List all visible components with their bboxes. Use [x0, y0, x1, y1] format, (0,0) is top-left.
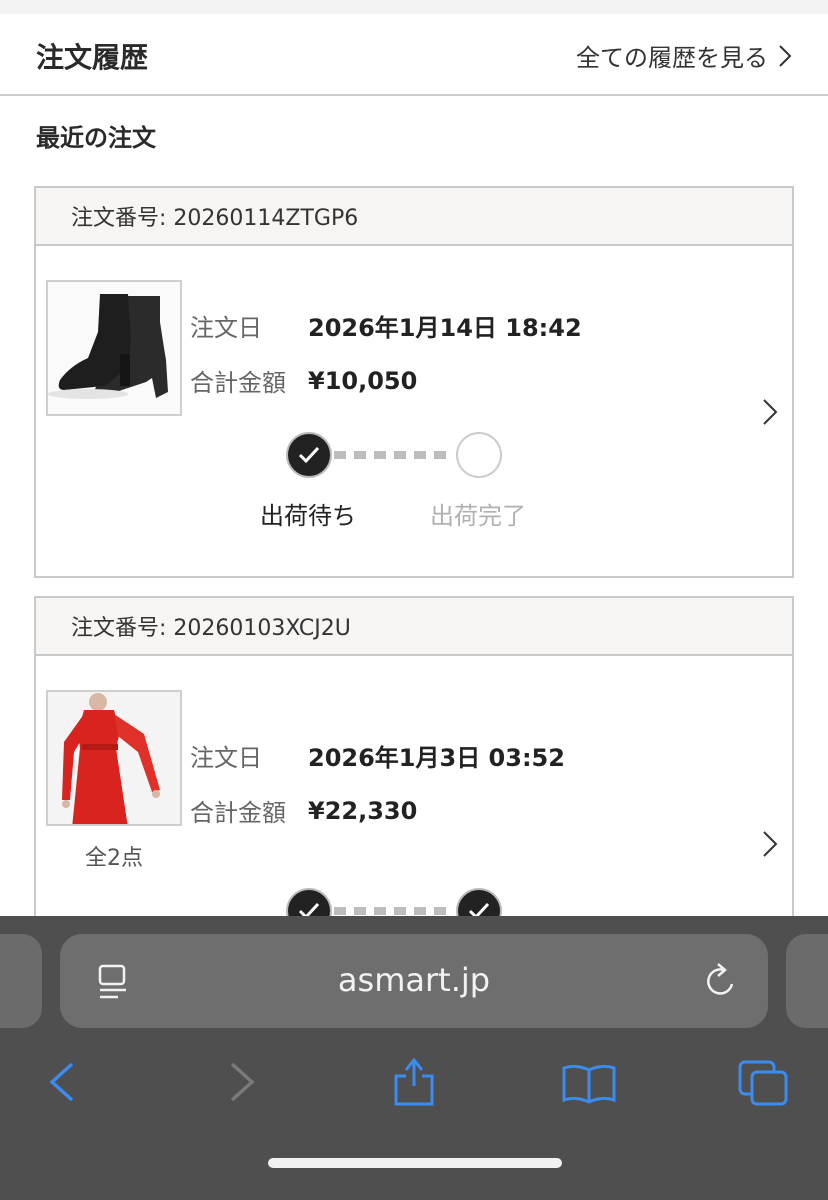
progress-dots	[334, 451, 446, 459]
bookmarks-icon[interactable]	[562, 1062, 616, 1104]
order-card[interactable]: 注文番号: 20260103XCJ2U 注文日 2026年1月3日 03:52 …	[34, 596, 794, 956]
order-card[interactable]: 注文番号: 20260114ZTGP6 注文日 2026年1月14日 18:42…	[34, 186, 794, 578]
item-count: 全2点	[85, 846, 143, 871]
order-number: 注文番号: 20260103XCJ2U	[36, 598, 792, 656]
tabs-icon[interactable]	[738, 1060, 790, 1108]
boots-image	[48, 282, 180, 414]
order-total-label: 合計金額	[190, 369, 286, 397]
view-all-link[interactable]: 全ての履歴を見る	[576, 38, 792, 73]
view-all-label: 全ての履歴を見る	[576, 44, 768, 72]
order-total-row: 合計金額 ¥22,330	[190, 793, 417, 828]
product-thumbnail	[46, 280, 182, 416]
next-tab-preview[interactable]	[786, 934, 828, 1028]
order-date-row: 注文日 2026年1月3日 03:52	[190, 738, 565, 773]
check-icon	[298, 446, 320, 464]
url-text[interactable]: asmart.jp	[60, 961, 768, 999]
order-total-value: ¥22,330	[308, 796, 418, 825]
order-total-value: ¥10,050	[308, 366, 418, 395]
forward-icon[interactable]	[228, 1062, 256, 1102]
red-dress-image	[48, 692, 180, 824]
page-header: 注文履歴 全ての履歴を見る	[0, 14, 828, 96]
status-strip	[0, 0, 828, 14]
order-date-row: 注文日 2026年1月14日 18:42	[190, 308, 582, 343]
order-total-label: 合計金額	[190, 799, 286, 827]
home-indicator	[268, 1158, 562, 1168]
chevron-right-icon	[779, 44, 792, 67]
page-title: 注文履歴	[36, 41, 149, 74]
address-bar[interactable]: asmart.jp	[60, 934, 768, 1028]
order-date-value: 2026年1月14日 18:42	[308, 314, 582, 342]
order-date-value: 2026年1月3日 03:52	[308, 744, 565, 772]
step-shipping-pending-label: 出荷待ち	[260, 502, 356, 530]
back-icon[interactable]	[48, 1062, 76, 1102]
reload-icon[interactable]	[702, 962, 738, 1000]
chevron-right-icon	[763, 831, 778, 857]
order-date-label: 注文日	[190, 314, 262, 342]
progress-dots	[334, 907, 446, 915]
order-number: 注文番号: 20260114ZTGP6	[36, 188, 792, 246]
product-thumbnail	[46, 690, 182, 826]
order-total-row: 合計金額 ¥10,050	[190, 363, 417, 398]
section-title: 最近の注文	[36, 124, 156, 152]
chevron-right-icon	[763, 399, 778, 425]
step-shipped-icon	[456, 432, 502, 478]
order-date-label: 注文日	[190, 744, 262, 772]
step-shipping-pending-icon	[286, 432, 332, 478]
step-shipped-label: 出荷完了	[430, 502, 526, 530]
previous-tab-preview[interactable]	[0, 934, 42, 1028]
share-icon[interactable]	[392, 1054, 436, 1106]
